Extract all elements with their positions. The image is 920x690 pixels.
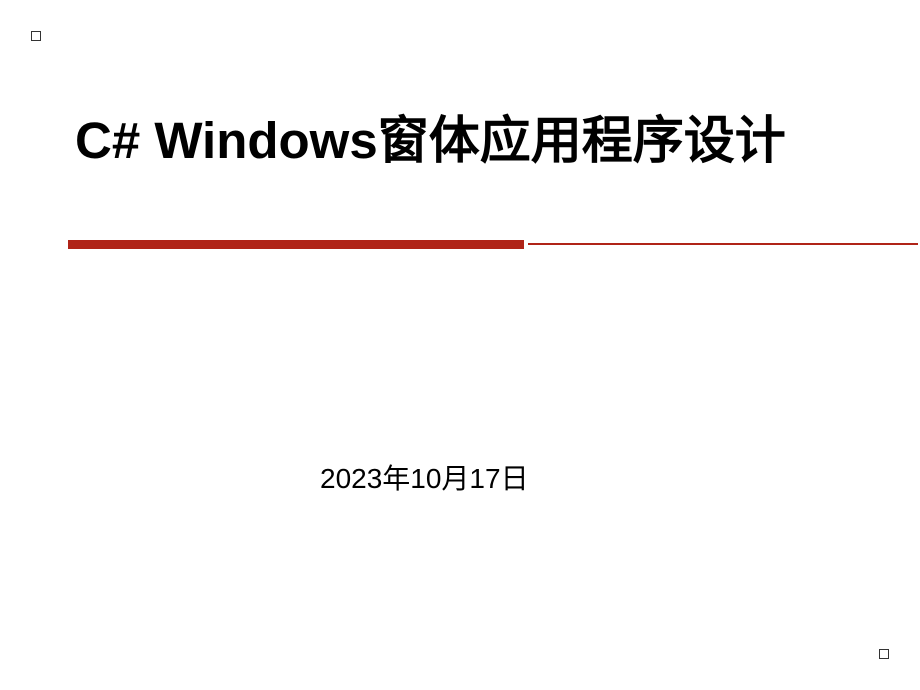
slide-date: 2023年10月17日 <box>320 457 529 497</box>
decorative-corner-bottom-right <box>879 649 889 659</box>
slide-title: C# Windows窗体应用程序设计 <box>75 110 855 172</box>
title-underline <box>68 240 853 250</box>
underline-thick-segment <box>68 240 524 249</box>
presentation-slide: C# Windows窗体应用程序设计 2023年10月17日 <box>0 0 920 690</box>
decorative-corner-top-left <box>31 31 41 41</box>
underline-thin-segment <box>528 243 918 245</box>
